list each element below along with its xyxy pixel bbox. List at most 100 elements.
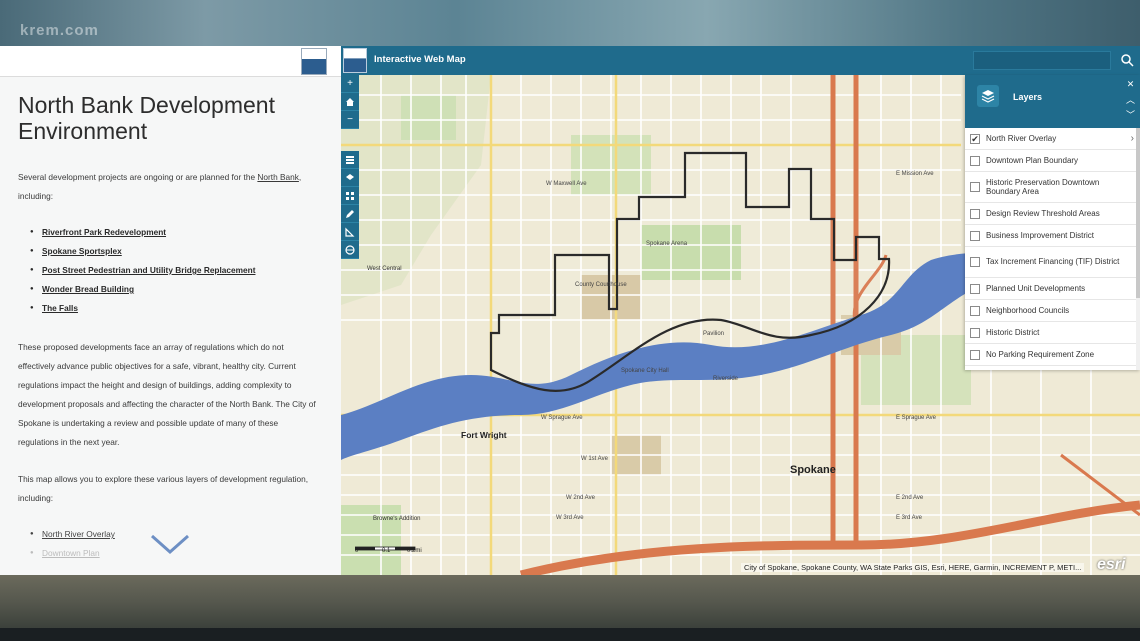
tv-broadcast-bottom-strip — [0, 628, 1140, 641]
layer-checkbox[interactable] — [970, 349, 980, 360]
project-link[interactable]: Riverfront Park Redevelopment — [30, 223, 255, 242]
layer-link[interactable]: North River Overlay — [30, 525, 115, 544]
street-label: W Sprague Ave — [541, 415, 583, 421]
map-app-title: Interactive Web Map — [374, 54, 466, 65]
home-icon — [346, 97, 354, 106]
poi-label: Spokane Arena — [646, 241, 688, 247]
map-attribution: City of Spokane, Spokane County, WA Stat… — [741, 563, 1085, 572]
layer-item[interactable]: No Parking Requirement Zone — [965, 344, 1140, 366]
basemap-gallery-button[interactable] — [341, 187, 359, 205]
layers-panel: Layers ✕ ︿ ﹀ ✔ North River Overlay › Dow… — [965, 75, 1140, 370]
layer-label: Business Improvement District — [986, 230, 1095, 240]
layer-label: Historic District — [986, 327, 1040, 337]
street-label: W Maxwell Ave — [546, 181, 587, 187]
map-toolbar: + − — [341, 75, 359, 259]
layer-checkbox[interactable] — [970, 305, 980, 316]
layer-label: Design Review Threshold Areas — [986, 208, 1100, 218]
layer-checkbox[interactable] — [970, 208, 980, 219]
layer-label: Tax Increment Financing (TIF) District — [986, 257, 1120, 267]
layers-scrollbar-thumb[interactable] — [1136, 128, 1140, 298]
layer-item[interactable]: Downtown Plan Boundary — [965, 150, 1140, 172]
story-intro: Several development projects are ongoing… — [18, 172, 302, 201]
layer-item[interactable]: Business Improvement District — [965, 225, 1140, 247]
street-label: E 3rd Ave — [896, 515, 923, 521]
city-logo-icon — [343, 48, 367, 73]
layer-link[interactable]: Downtown Plan — [30, 544, 115, 563]
street-label: E 2nd Ave — [896, 495, 924, 501]
place-label-fort-wright: Fort Wright — [461, 430, 507, 440]
layer-item-north-river-overlay[interactable]: ✔ North River Overlay › — [965, 128, 1140, 150]
story-title: North Bank Development Environment — [18, 92, 275, 144]
esri-logo: esri — [1097, 556, 1126, 573]
pencil-icon — [346, 209, 354, 218]
draw-button[interactable] — [341, 205, 359, 223]
screen: krem.com North Bank Development Environm… — [0, 0, 1140, 641]
layer-item[interactable]: Design Review Threshold Areas — [965, 203, 1140, 225]
layer-checkbox[interactable] — [970, 182, 980, 192]
search-input[interactable] — [973, 51, 1111, 70]
layer-item[interactable]: Neighborhood Councils — [965, 300, 1140, 322]
locate-button[interactable] — [341, 241, 359, 259]
place-label-west-central: West Central — [367, 266, 402, 272]
scale-bar: 0 0.1 0.2mi — [354, 541, 422, 559]
tv-broadcast-top-bar — [0, 0, 1140, 46]
story-header — [0, 46, 341, 77]
layer-item[interactable]: Planned Unit Developments — [965, 278, 1140, 300]
story-body: These proposed developments face an arra… — [18, 342, 316, 447]
layers-panel-header: Layers ✕ ︿ ﹀ — [965, 75, 1140, 128]
layer-checkbox[interactable] — [970, 257, 980, 267]
project-link[interactable]: Spokane Sportsplex — [30, 242, 255, 261]
project-list: Riverfront Park Redevelopment Spokane Sp… — [30, 223, 255, 318]
scroll-down-chevron-icon[interactable] — [150, 533, 190, 555]
layer-label: Neighborhood Councils — [986, 305, 1070, 315]
layer-label: Planned Unit Developments — [986, 283, 1086, 293]
poi-label: Pavilion — [703, 331, 724, 337]
chevron-right-icon[interactable]: › — [1131, 133, 1134, 144]
layer-label: North River Overlay — [986, 133, 1057, 143]
layers-button[interactable] — [341, 169, 359, 187]
close-icon[interactable]: ✕ — [1125, 79, 1136, 90]
story-map-intro: This map allows you to explore these var… — [18, 474, 309, 503]
street-label: E Sprague Ave — [896, 415, 937, 421]
layer-checkbox[interactable] — [970, 283, 980, 294]
layer-link-list: North River Overlay Downtown Plan — [30, 525, 115, 563]
street-label: W 1st Ave — [581, 456, 609, 462]
place-label-browne-addition: Browne's Addition — [373, 516, 421, 522]
layer-item[interactable]: Historic Preservation Downtown Boundary … — [965, 172, 1140, 203]
globe-icon — [345, 244, 355, 255]
layer-item[interactable]: Historic District — [965, 322, 1140, 344]
station-watermark: krem.com — [20, 22, 99, 39]
chevron-up-icon[interactable]: ︿ — [1125, 95, 1136, 106]
layer-checkbox[interactable]: ✔ — [970, 133, 980, 144]
poi-label: Spokane City Hall — [621, 368, 669, 374]
layer-label: No Parking Requirement Zone — [986, 349, 1095, 359]
layer-label: Downtown Plan Boundary — [986, 155, 1079, 165]
layer-item[interactable]: Tax Increment Financing (TIF) District — [965, 247, 1140, 278]
ruler-icon — [345, 227, 355, 237]
project-link[interactable]: Wonder Bread Building — [30, 280, 255, 299]
grid-icon — [346, 191, 354, 200]
layers-stack-icon — [977, 85, 999, 107]
search-icon[interactable] — [1119, 52, 1135, 68]
layer-checkbox[interactable] — [970, 327, 980, 338]
layers-icon — [346, 173, 354, 180]
map-app: Spokane Fort Wright West Central Browne'… — [341, 46, 1140, 575]
scale-label: 0.2mi — [407, 548, 422, 554]
measure-button[interactable] — [341, 223, 359, 241]
city-label-spokane: Spokane — [790, 464, 836, 476]
legend-button[interactable] — [341, 151, 359, 169]
project-link[interactable]: The Falls — [30, 299, 255, 318]
home-button[interactable] — [341, 93, 359, 111]
zoom-in-button[interactable]: + — [341, 75, 359, 93]
layer-checkbox[interactable] — [970, 230, 980, 241]
story-panel[interactable]: North Bank Development Environment Sever… — [0, 46, 341, 575]
north-bank-link[interactable]: North Bank — [257, 172, 299, 182]
scale-label: 0 — [355, 548, 359, 554]
street-label: Riverside — [713, 376, 739, 382]
street-label: E Mission Ave — [896, 171, 934, 177]
zoom-out-button[interactable]: − — [341, 111, 359, 129]
chevron-down-icon[interactable]: ﹀ — [1125, 110, 1136, 121]
poi-label: County Courthouse — [575, 282, 627, 288]
layer-checkbox[interactable] — [970, 155, 980, 166]
project-link[interactable]: Post Street Pedestrian and Utility Bridg… — [30, 261, 255, 280]
